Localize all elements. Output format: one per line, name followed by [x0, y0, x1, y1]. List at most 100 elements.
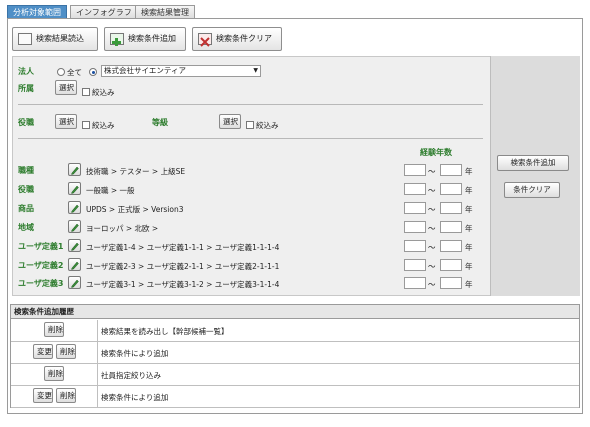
history-row: 変更 削除 検索条件により追加 [11, 342, 579, 364]
experience-max-input[interactable] [440, 202, 462, 214]
role-narrow-checkbox[interactable] [82, 121, 90, 129]
edit-criteria-button[interactable] [68, 220, 81, 233]
radio-all-label: 全て [67, 68, 82, 77]
history-title: 検索条件追加履歴 [11, 305, 579, 319]
experience-years-header: 経験年数 [420, 148, 452, 157]
criteria-value: UPDS > 正式版 > Version3 [86, 205, 184, 214]
experience-min-input[interactable] [404, 277, 426, 289]
corporation-select[interactable]: 株式会社サイエンティア ▼ [101, 65, 261, 77]
year-unit: 年 [465, 262, 473, 271]
range-tilde: ～ [428, 224, 436, 233]
grade-label: 等級 [152, 118, 168, 127]
pencil-icon [71, 166, 79, 175]
edit-criteria-button[interactable] [68, 182, 81, 195]
side-add-condition-button[interactable]: 検索条件追加 [497, 155, 569, 171]
pencil-icon [71, 185, 79, 194]
side-clear-condition-button[interactable]: 条件クリア [504, 182, 560, 198]
experience-min-input[interactable] [404, 202, 426, 214]
column-divider [97, 320, 98, 342]
criteria-label: 役職 [18, 185, 34, 194]
experience-min-input[interactable] [404, 240, 426, 252]
column-divider [97, 364, 98, 386]
criteria-value: 一般職 > 一般 [86, 186, 135, 195]
edit-criteria-button[interactable] [68, 276, 81, 289]
criteria-value: ヨーロッパ > 北欧 > [86, 224, 159, 233]
range-tilde: ～ [428, 262, 436, 271]
change-button[interactable]: 変更 [33, 388, 53, 403]
edit-criteria-button[interactable] [68, 201, 81, 214]
experience-max-input[interactable] [440, 183, 462, 195]
tab-label: 分析対象範囲 [13, 8, 61, 17]
range-tilde: ～ [428, 243, 436, 252]
column-divider [97, 386, 98, 408]
history-text: 社員指定絞り込み [101, 371, 161, 380]
clear-conditions-button[interactable]: 検索条件クリア [192, 27, 282, 51]
criteria-value: ユーザ定義3-1 > ユーザ定義3-1-2 > ユーザ定義3-1-1-4 [86, 280, 280, 289]
experience-min-input[interactable] [404, 221, 426, 233]
year-unit: 年 [465, 205, 473, 214]
criteria-label: ユーザ定義2 [18, 261, 64, 270]
radio-all[interactable] [57, 68, 65, 76]
experience-max-input[interactable] [440, 277, 462, 289]
criteria-label: 職種 [18, 166, 34, 175]
experience-max-input[interactable] [440, 164, 462, 176]
history-text: 検索条件により追加 [101, 349, 169, 358]
year-unit: 年 [465, 243, 473, 252]
year-unit: 年 [465, 280, 473, 289]
dept-select-button[interactable]: 選択 [55, 80, 77, 95]
tab-analysis-scope[interactable]: 分析対象範囲 [7, 5, 67, 19]
edit-criteria-button[interactable] [68, 258, 81, 271]
column-divider [97, 342, 98, 364]
range-tilde: ～ [428, 280, 436, 289]
edit-criteria-button[interactable] [68, 163, 81, 176]
range-tilde: ～ [428, 186, 436, 195]
role-narrow-label: 絞込み [92, 121, 115, 130]
year-unit: 年 [465, 167, 473, 176]
divider [18, 138, 483, 139]
change-button[interactable]: 変更 [33, 344, 53, 359]
experience-max-input[interactable] [440, 221, 462, 233]
tab-infograph[interactable]: インフォグラフ [70, 5, 138, 19]
experience-min-input[interactable] [404, 259, 426, 271]
history-row: 削除 検索結果を読み出し【幹部候補一覧】 [11, 320, 579, 342]
experience-min-input[interactable] [404, 183, 426, 195]
pencil-icon [71, 223, 79, 232]
experience-max-input[interactable] [440, 259, 462, 271]
role-label: 役職 [18, 118, 34, 127]
delete-button[interactable]: 削除 [56, 388, 76, 403]
delete-button[interactable]: 削除 [44, 322, 64, 337]
criteria-value: ユーザ定義1-4 > ユーザ定義1-1-1 > ユーザ定義1-1-1-4 [86, 243, 280, 252]
add-condition-button[interactable]: 検索条件追加 [104, 27, 186, 51]
tab-search-result-management[interactable]: 検索結果管理 [135, 5, 195, 19]
load-results-button[interactable]: 検索結果読込 [12, 27, 98, 51]
add-icon [110, 33, 124, 46]
radio-corporation[interactable] [89, 68, 97, 76]
grade-select-button[interactable]: 選択 [219, 114, 241, 129]
history-row: 削除 社員指定絞り込み [11, 364, 579, 386]
delete-button[interactable]: 削除 [44, 366, 64, 381]
criteria-value: 技術職 > テスター > 上級SE [86, 167, 186, 176]
dept-narrow-label: 絞込み [92, 88, 115, 97]
pencil-icon [71, 279, 79, 288]
history-table: 検索条件追加履歴 削除 検索結果を読み出し【幹部候補一覧】 変更 削除 検索条件… [10, 304, 580, 408]
divider [18, 104, 483, 105]
role-select-button[interactable]: 選択 [55, 114, 77, 129]
criteria-label: ユーザ定義1 [18, 242, 64, 251]
criteria-label: 地域 [18, 223, 34, 232]
edit-criteria-button[interactable] [68, 239, 81, 252]
grade-narrow-checkbox[interactable] [246, 121, 254, 129]
condition-side-panel [490, 56, 580, 296]
delete-button[interactable]: 削除 [56, 344, 76, 359]
pencil-icon [71, 261, 79, 270]
experience-min-input[interactable] [404, 164, 426, 176]
criteria-value: ユーザ定義2-3 > ユーザ定義2-1-1 > ユーザ定義2-1-1-1 [86, 262, 280, 271]
dept-narrow-checkbox[interactable] [82, 88, 90, 96]
experience-max-input[interactable] [440, 240, 462, 252]
pencil-icon [71, 242, 79, 251]
history-text: 検索条件により追加 [101, 393, 169, 402]
history-text: 検索結果を読み出し【幹部候補一覧】 [101, 327, 229, 336]
chevron-down-icon: ▼ [253, 67, 258, 74]
tab-label: 検索結果管理 [141, 8, 189, 17]
grade-narrow-label: 絞込み [256, 121, 279, 130]
year-unit: 年 [465, 186, 473, 195]
